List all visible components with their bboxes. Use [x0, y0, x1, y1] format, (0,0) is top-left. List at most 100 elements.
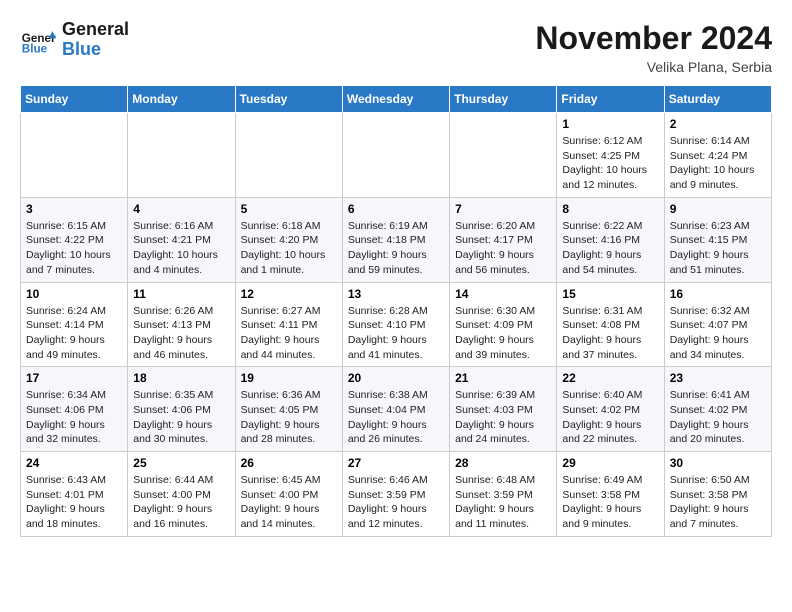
- weekday-header: Sunday: [21, 86, 128, 113]
- day-info: Sunrise: 6:16 AM Sunset: 4:21 PM Dayligh…: [133, 219, 229, 278]
- day-info: Sunrise: 6:15 AM Sunset: 4:22 PM Dayligh…: [26, 219, 122, 278]
- calendar-cell: [450, 113, 557, 198]
- day-info: Sunrise: 6:39 AM Sunset: 4:03 PM Dayligh…: [455, 388, 551, 447]
- day-info: Sunrise: 6:41 AM Sunset: 4:02 PM Dayligh…: [670, 388, 766, 447]
- day-info: Sunrise: 6:27 AM Sunset: 4:11 PM Dayligh…: [241, 304, 337, 363]
- day-number: 30: [670, 456, 766, 470]
- calendar-cell: 12 Sunrise: 6:27 AM Sunset: 4:11 PM Dayli…: [235, 282, 342, 367]
- calendar-cell: 30Sunrise: 6:50 AM Sunset: 3:58 PM Dayli…: [664, 452, 771, 537]
- day-number: 16: [670, 287, 766, 301]
- day-number: 14: [455, 287, 551, 301]
- day-info: Sunrise: 6:12 AM Sunset: 4:25 PM Dayligh…: [562, 134, 658, 193]
- day-number: 10: [26, 287, 122, 301]
- day-info: Sunrise: 6:38 AM Sunset: 4:04 PM Dayligh…: [348, 388, 444, 447]
- day-info: Sunrise: 6:49 AM Sunset: 3:58 PM Dayligh…: [562, 473, 658, 532]
- calendar-cell: 7 Sunrise: 6:20 AM Sunset: 4:17 PM Daylig…: [450, 197, 557, 282]
- weekday-header-row: SundayMondayTuesdayWednesdayThursdayFrid…: [21, 86, 772, 113]
- day-number: 17: [26, 371, 122, 385]
- calendar-cell: 14 Sunrise: 6:30 AM Sunset: 4:09 PM Dayli…: [450, 282, 557, 367]
- calendar-cell: 4 Sunrise: 6:16 AM Sunset: 4:21 PM Daylig…: [128, 197, 235, 282]
- day-number: 7: [455, 202, 551, 216]
- logo: General Blue General Blue: [20, 20, 129, 60]
- calendar-cell: 26Sunrise: 6:45 AM Sunset: 4:00 PM Dayli…: [235, 452, 342, 537]
- calendar-cell: 22 Sunrise: 6:40 AM Sunset: 4:02 PM Dayli…: [557, 367, 664, 452]
- day-number: 28: [455, 456, 551, 470]
- calendar-cell: 13 Sunrise: 6:28 AM Sunset: 4:10 PM Dayli…: [342, 282, 449, 367]
- day-number: 2: [670, 117, 766, 131]
- day-number: 27: [348, 456, 444, 470]
- day-info: Sunrise: 6:36 AM Sunset: 4:05 PM Dayligh…: [241, 388, 337, 447]
- day-number: 8: [562, 202, 658, 216]
- weekday-header: Saturday: [664, 86, 771, 113]
- day-number: 25: [133, 456, 229, 470]
- day-info: Sunrise: 6:22 AM Sunset: 4:16 PM Dayligh…: [562, 219, 658, 278]
- calendar-cell: 2 Sunrise: 6:14 AM Sunset: 4:24 PM Daylig…: [664, 113, 771, 198]
- location-subtitle: Velika Plana, Serbia: [535, 59, 772, 75]
- calendar-cell: 8 Sunrise: 6:22 AM Sunset: 4:16 PM Daylig…: [557, 197, 664, 282]
- day-info: Sunrise: 6:44 AM Sunset: 4:00 PM Dayligh…: [133, 473, 229, 532]
- day-number: 5: [241, 202, 337, 216]
- day-info: Sunrise: 6:31 AM Sunset: 4:08 PM Dayligh…: [562, 304, 658, 363]
- day-number: 3: [26, 202, 122, 216]
- calendar-cell: 23 Sunrise: 6:41 AM Sunset: 4:02 PM Dayli…: [664, 367, 771, 452]
- calendar-cell: 17 Sunrise: 6:34 AM Sunset: 4:06 PM Dayli…: [21, 367, 128, 452]
- day-info: Sunrise: 6:28 AM Sunset: 4:10 PM Dayligh…: [348, 304, 444, 363]
- day-info: Sunrise: 6:45 AM Sunset: 4:00 PM Dayligh…: [241, 473, 337, 532]
- calendar-week-row: 10 Sunrise: 6:24 AM Sunset: 4:14 PM Dayli…: [21, 282, 772, 367]
- calendar-week-row: 1 Sunrise: 6:12 AM Sunset: 4:25 PM Daylig…: [21, 113, 772, 198]
- day-info: Sunrise: 6:30 AM Sunset: 4:09 PM Dayligh…: [455, 304, 551, 363]
- calendar-week-row: 17 Sunrise: 6:34 AM Sunset: 4:06 PM Dayli…: [21, 367, 772, 452]
- day-number: 1: [562, 117, 658, 131]
- calendar-cell: 28 Sunrise: 6:48 AM Sunset: 3:59 PM Dayli…: [450, 452, 557, 537]
- day-number: 23: [670, 371, 766, 385]
- calendar-cell: [235, 113, 342, 198]
- calendar-cell: 16Sunrise: 6:32 AM Sunset: 4:07 PM Dayli…: [664, 282, 771, 367]
- calendar-cell: 20 Sunrise: 6:38 AM Sunset: 4:04 PM Dayli…: [342, 367, 449, 452]
- calendar-cell: [21, 113, 128, 198]
- calendar-cell: [342, 113, 449, 198]
- day-info: Sunrise: 6:20 AM Sunset: 4:17 PM Dayligh…: [455, 219, 551, 278]
- day-number: 12: [241, 287, 337, 301]
- weekday-header: Monday: [128, 86, 235, 113]
- logo-blue: Blue: [62, 40, 129, 60]
- day-number: 19: [241, 371, 337, 385]
- calendar-cell: 24Sunrise: 6:43 AM Sunset: 4:01 PM Dayli…: [21, 452, 128, 537]
- day-number: 13: [348, 287, 444, 301]
- day-number: 29: [562, 456, 658, 470]
- calendar-cell: 6Sunrise: 6:19 AM Sunset: 4:18 PM Daylig…: [342, 197, 449, 282]
- calendar-cell: 19 Sunrise: 6:36 AM Sunset: 4:05 PM Dayli…: [235, 367, 342, 452]
- day-info: Sunrise: 6:23 AM Sunset: 4:15 PM Dayligh…: [670, 219, 766, 278]
- logo-icon: General Blue: [20, 22, 56, 58]
- weekday-header: Thursday: [450, 86, 557, 113]
- day-number: 4: [133, 202, 229, 216]
- svg-text:Blue: Blue: [22, 42, 48, 55]
- calendar-cell: 3 Sunrise: 6:15 AM Sunset: 4:22 PM Daylig…: [21, 197, 128, 282]
- calendar-cell: 15 Sunrise: 6:31 AM Sunset: 4:08 PM Dayli…: [557, 282, 664, 367]
- calendar-cell: 1 Sunrise: 6:12 AM Sunset: 4:25 PM Daylig…: [557, 113, 664, 198]
- calendar-cell: 9 Sunrise: 6:23 AM Sunset: 4:15 PM Daylig…: [664, 197, 771, 282]
- day-info: Sunrise: 6:43 AM Sunset: 4:01 PM Dayligh…: [26, 473, 122, 532]
- day-info: Sunrise: 6:48 AM Sunset: 3:59 PM Dayligh…: [455, 473, 551, 532]
- day-number: 20: [348, 371, 444, 385]
- day-info: Sunrise: 6:46 AM Sunset: 3:59 PM Dayligh…: [348, 473, 444, 532]
- calendar-cell: 11Sunrise: 6:26 AM Sunset: 4:13 PM Dayli…: [128, 282, 235, 367]
- logo-general: General: [62, 20, 129, 40]
- day-info: Sunrise: 6:26 AM Sunset: 4:13 PM Dayligh…: [133, 304, 229, 363]
- day-number: 9: [670, 202, 766, 216]
- day-number: 15: [562, 287, 658, 301]
- day-info: Sunrise: 6:40 AM Sunset: 4:02 PM Dayligh…: [562, 388, 658, 447]
- calendar-cell: 29 Sunrise: 6:49 AM Sunset: 3:58 PM Dayli…: [557, 452, 664, 537]
- calendar-cell: 5Sunrise: 6:18 AM Sunset: 4:20 PM Daylig…: [235, 197, 342, 282]
- calendar-cell: 25 Sunrise: 6:44 AM Sunset: 4:00 PM Dayli…: [128, 452, 235, 537]
- day-info: Sunrise: 6:24 AM Sunset: 4:14 PM Dayligh…: [26, 304, 122, 363]
- month-title: November 2024: [535, 20, 772, 57]
- day-number: 22: [562, 371, 658, 385]
- day-info: Sunrise: 6:34 AM Sunset: 4:06 PM Dayligh…: [26, 388, 122, 447]
- calendar-cell: [128, 113, 235, 198]
- weekday-header: Tuesday: [235, 86, 342, 113]
- weekday-header: Friday: [557, 86, 664, 113]
- day-info: Sunrise: 6:14 AM Sunset: 4:24 PM Dayligh…: [670, 134, 766, 193]
- calendar-week-row: 3 Sunrise: 6:15 AM Sunset: 4:22 PM Daylig…: [21, 197, 772, 282]
- calendar-cell: 18Sunrise: 6:35 AM Sunset: 4:06 PM Dayli…: [128, 367, 235, 452]
- page-header: General Blue General Blue November 2024 …: [20, 20, 772, 75]
